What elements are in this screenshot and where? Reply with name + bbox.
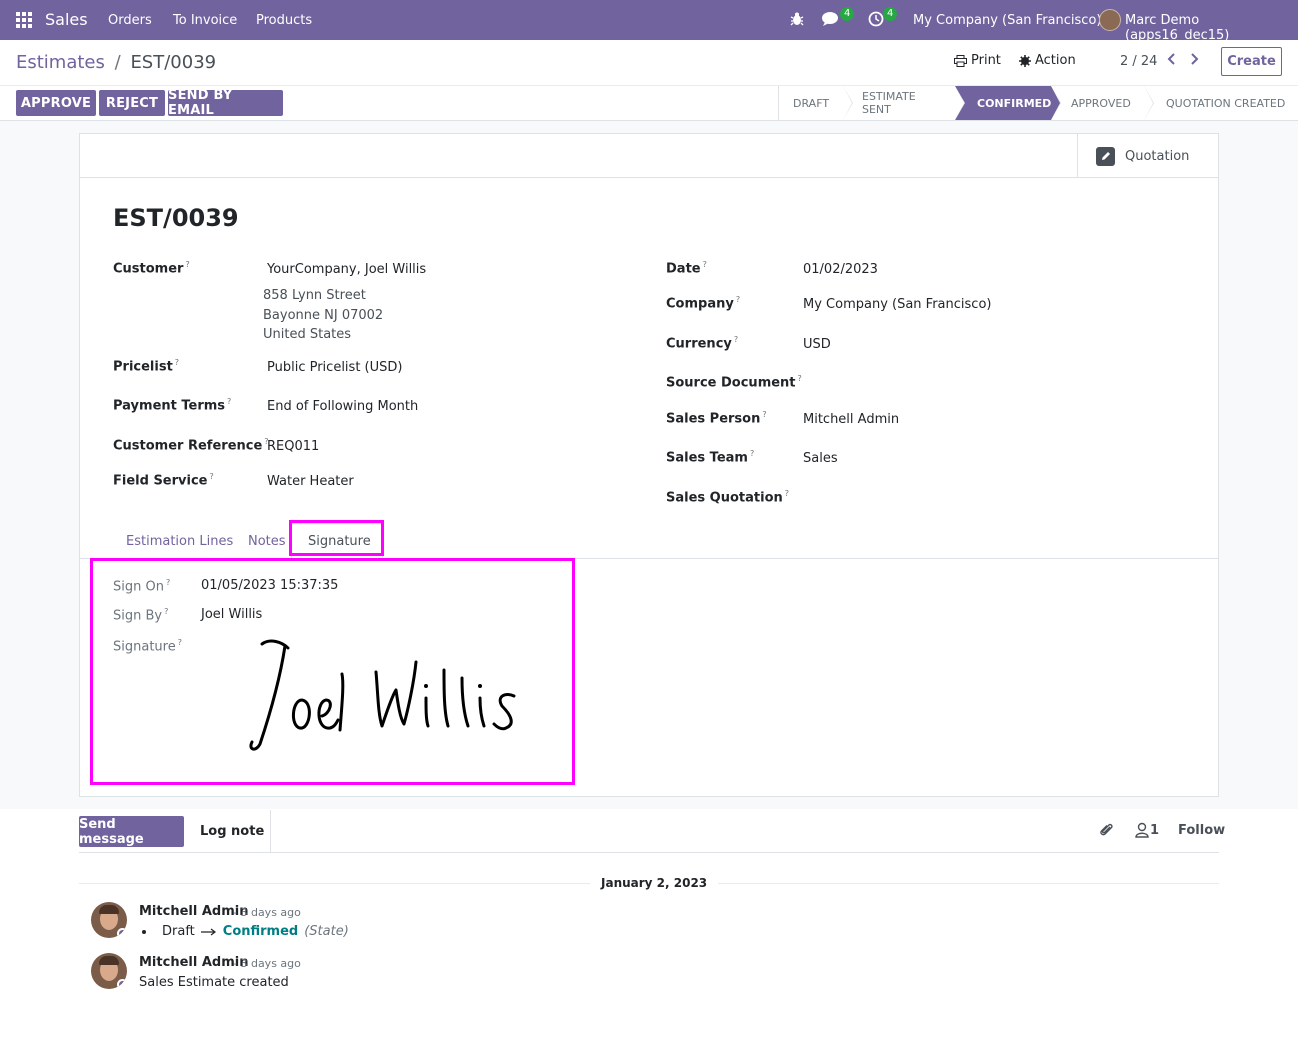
messages-icon[interactable]	[822, 11, 840, 29]
print-icon	[954, 54, 967, 67]
source-document-label: Source Document?	[666, 374, 802, 391]
bug-icon[interactable]	[790, 11, 808, 29]
tab-estimation-lines[interactable]: Estimation Lines	[126, 534, 233, 549]
currency-value[interactable]: USD	[803, 337, 831, 352]
breadcrumb-estimates[interactable]: Estimates	[16, 52, 105, 73]
status-bar: DRAFT ESTIMATE SENT CONFIRMED APPROVED Q…	[778, 86, 1298, 120]
approve-button[interactable]: APPROVE	[16, 90, 96, 116]
reject-button[interactable]: REJECT	[99, 90, 165, 116]
tracking-field-name: (State)	[304, 924, 349, 939]
message-date: - 3 days ago	[233, 957, 301, 970]
smart-button-box: Quotation	[80, 134, 1218, 178]
action-button[interactable]: Action	[1019, 53, 1076, 68]
customer-address-line-2: Bayonne NJ 07002	[263, 308, 384, 323]
user-avatar[interactable]	[1099, 9, 1121, 31]
field-service-label: Field Service?	[113, 472, 214, 489]
pencil-square-icon	[1096, 146, 1115, 166]
highlight-signature-tab	[289, 520, 384, 556]
field-service-value[interactable]: Water Heater	[267, 474, 354, 489]
pricelist-value[interactable]: Public Pricelist (USD)	[267, 360, 402, 375]
message-body: Sales Estimate created	[139, 975, 289, 990]
send-by-email-button[interactable]: SEND BY EMAIL	[168, 88, 283, 118]
print-button[interactable]: Print	[954, 53, 1001, 68]
breadcrumb: Estimates / EST/0039	[16, 52, 216, 73]
apps-menu-icon[interactable]	[16, 12, 32, 28]
customer-reference-value[interactable]: REQ011	[267, 439, 319, 454]
company-label: Company?	[666, 295, 741, 312]
highlight-signature-panel	[90, 558, 575, 785]
control-panel: Estimates / EST/0039 Print Action 2 / 24…	[0, 40, 1298, 121]
customer-reference-label: Customer Reference?	[113, 437, 269, 454]
quotation-smart-label: Quotation	[1125, 148, 1190, 164]
bullet-icon	[142, 929, 146, 934]
currency-label: Currency?	[666, 335, 739, 352]
pager-next-icon[interactable]	[1189, 51, 1199, 70]
message-date: - 3 days ago	[233, 906, 301, 919]
log-note-button[interactable]: Log note	[200, 824, 264, 839]
tab-notes[interactable]: Notes	[248, 534, 286, 549]
send-message-button[interactable]: Send message	[79, 816, 184, 847]
menu-products[interactable]: Products	[256, 13, 312, 28]
stage-estimate-sent[interactable]: ESTIMATE SENT	[843, 86, 965, 120]
gear-icon	[1019, 54, 1031, 67]
sales-team-value[interactable]: Sales	[803, 451, 838, 466]
payment-terms-value[interactable]: End of Following Month	[267, 399, 418, 414]
company-value[interactable]: My Company (San Francisco)	[803, 297, 991, 312]
follower-user-icon[interactable]	[1135, 822, 1149, 842]
arrow-right-icon	[200, 928, 216, 935]
tracking-new-value: Confirmed	[222, 924, 299, 939]
app-name[interactable]: Sales	[45, 10, 88, 29]
author-avatar[interactable]	[91, 902, 127, 938]
sales-person-value[interactable]: Mitchell Admin	[803, 412, 899, 427]
top-navbar: Sales Orders To Invoice Products 4 4 My …	[0, 0, 1298, 43]
online-status-icon	[117, 979, 127, 989]
menu-orders[interactable]: Orders	[108, 13, 152, 28]
activities-badge: 4	[883, 7, 898, 21]
sales-person-label: Sales Person?	[666, 410, 767, 427]
record-title: EST/0039	[113, 204, 239, 232]
chatter-divider	[270, 810, 271, 853]
follow-button[interactable]: Follow	[1178, 823, 1225, 838]
date-value[interactable]: 01/02/2023	[803, 262, 878, 277]
breadcrumb-separator: /	[114, 52, 121, 73]
tracking-value: Draft Confirmed (State)	[142, 924, 349, 939]
pager-value[interactable]: 2 / 24	[1120, 54, 1157, 69]
author-avatar[interactable]	[91, 953, 127, 989]
messages-badge: 4	[840, 7, 855, 21]
stage-approved[interactable]: APPROVED	[1051, 86, 1154, 120]
create-button[interactable]: Create	[1221, 47, 1282, 76]
tracking-old-value: Draft	[162, 924, 195, 939]
company-switcher[interactable]: My Company (San Francisco)	[913, 13, 1101, 28]
stage-quotation-created[interactable]: QUOTATION CREATED	[1144, 86, 1298, 120]
user-menu[interactable]: Marc Demo (apps16_dec15)	[1125, 13, 1298, 43]
stage-draft[interactable]: DRAFT	[779, 86, 853, 120]
pricelist-label: Pricelist?	[113, 358, 180, 375]
print-label: Print	[971, 53, 1001, 68]
sales-quotation-label: Sales Quotation?	[666, 489, 790, 506]
date-separator: January 2, 2023	[590, 876, 719, 890]
customer-label: Customer?	[113, 260, 190, 277]
payment-terms-label: Payment Terms?	[113, 397, 232, 414]
sales-team-label: Sales Team?	[666, 449, 755, 466]
followers-count[interactable]: 1	[1150, 823, 1159, 838]
stage-confirmed[interactable]: CONFIRMED	[955, 86, 1061, 120]
online-status-icon	[117, 928, 127, 938]
customer-address-line-1: 858 Lynn Street	[263, 288, 366, 303]
customer-value[interactable]: YourCompany, Joel Willis	[267, 262, 426, 277]
action-label: Action	[1035, 53, 1076, 68]
date-label: Date?	[666, 260, 707, 277]
pager-previous-icon[interactable]	[1167, 51, 1177, 70]
paperclip-icon[interactable]	[1099, 822, 1114, 842]
quotation-smart-button[interactable]: Quotation	[1077, 134, 1218, 178]
customer-address-line-3: United States	[263, 327, 352, 342]
menu-to-invoice[interactable]: To Invoice	[173, 13, 237, 28]
breadcrumb-current: EST/0039	[130, 52, 217, 73]
